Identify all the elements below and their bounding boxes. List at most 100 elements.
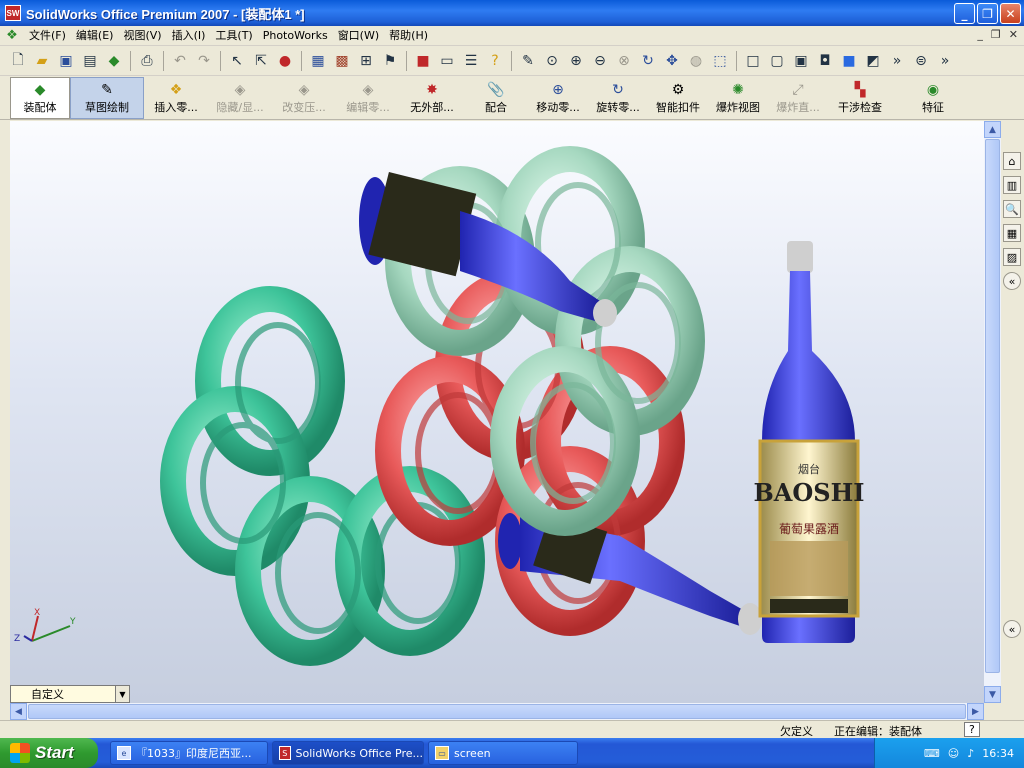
- select-other-icon[interactable]: ⇱: [250, 50, 272, 72]
- scroll-right-arrow-icon[interactable]: ▶: [967, 703, 984, 720]
- doc-minimize-button[interactable]: _: [977, 28, 983, 41]
- menu-view[interactable]: 视图(V): [118, 27, 166, 45]
- cm-no-external-refs-button[interactable]: ✸ 无外部...: [400, 77, 464, 119]
- window-layout-icon[interactable]: ▭: [436, 50, 458, 72]
- close-button[interactable]: ✕: [1000, 3, 1021, 24]
- rotate-view-icon[interactable]: ↻: [637, 50, 659, 72]
- grid-icon[interactable]: ▦: [307, 50, 329, 72]
- doc-restore-button[interactable]: ❐: [991, 28, 1001, 41]
- save-icon[interactable]: ▣: [55, 50, 77, 72]
- cm-rotate-component-button[interactable]: ↻ 旋转零...: [588, 77, 648, 119]
- restore-button[interactable]: ❐: [977, 3, 998, 24]
- horizontal-scroll-thumb[interactable]: [28, 704, 966, 719]
- cm-mate-button[interactable]: 📎 配合: [464, 77, 528, 119]
- menu-tools[interactable]: 工具(T): [210, 27, 257, 45]
- cm-edit-component-button[interactable]: ◈ 编辑零...: [336, 77, 400, 119]
- graphics-area[interactable]: 烟台 BAOSHI 葡萄果露酒 X Y Z: [10, 121, 984, 703]
- file-explorer-icon[interactable]: 🔍: [1003, 200, 1021, 218]
- keyboard-icon[interactable]: ⌨: [924, 747, 940, 760]
- toolbar-overflow-icon[interactable]: »: [886, 50, 908, 72]
- menu-edit[interactable]: 编辑(E): [71, 27, 119, 45]
- view-configuration-combo[interactable]: 自定义 ▼: [10, 685, 130, 703]
- cm-exploded-view-button[interactable]: ✺ 爆炸视图: [708, 77, 768, 119]
- vertical-scrollbar[interactable]: ▲ ▼: [984, 121, 1001, 703]
- cm-assembly-tab[interactable]: ◆ 装配体: [10, 77, 70, 119]
- minimize-button[interactable]: _: [954, 3, 975, 24]
- toolbar-overflow-right-icon[interactable]: »: [934, 50, 956, 72]
- design-library-icon[interactable]: ▥: [1003, 176, 1021, 194]
- cm-features-tab[interactable]: ◉ 特征: [898, 77, 968, 119]
- scroll-up-arrow-icon[interactable]: ▲: [984, 121, 1001, 138]
- collapse-pane-icon[interactable]: «: [1003, 620, 1021, 638]
- cm-smart-fasteners-button[interactable]: ⚙ 智能扣件: [648, 77, 708, 119]
- taskbar-item-solidworks[interactable]: S SolidWorks Office Pre...: [272, 741, 424, 765]
- combo-dropdown-arrow-icon[interactable]: ▼: [115, 686, 129, 702]
- solidworks-app-icon[interactable]: SW: [5, 5, 21, 21]
- view-orientation-icon[interactable]: ◍: [685, 50, 707, 72]
- open-folder-icon[interactable]: ▰: [31, 50, 53, 72]
- solidworks-logo-icon[interactable]: ❖: [4, 28, 20, 44]
- zoom-area-icon[interactable]: ⊕: [565, 50, 587, 72]
- traffic-light-icon[interactable]: ●: [274, 50, 296, 72]
- horizontal-scrollbar[interactable]: ◀ ▶: [10, 703, 984, 720]
- wireframe-icon[interactable]: □: [742, 50, 764, 72]
- sketch-pen-icon[interactable]: ✎: [517, 50, 539, 72]
- shaded-icon[interactable]: ■: [838, 50, 860, 72]
- taskbar-item-folder[interactable]: ▭ screen: [428, 741, 578, 765]
- help-icon[interactable]: ?: [484, 50, 506, 72]
- start-button[interactable]: Start: [0, 738, 98, 768]
- vertical-scroll-thumb[interactable]: [985, 139, 1000, 673]
- shadows-icon[interactable]: ◩: [862, 50, 884, 72]
- zoom-selection-icon[interactable]: ⊗: [613, 50, 635, 72]
- arrow-flag-icon[interactable]: ⚑: [379, 50, 401, 72]
- mate-reference-icon[interactable]: ⊞: [355, 50, 377, 72]
- zoom-in-out-icon[interactable]: ⊖: [589, 50, 611, 72]
- status-help-icon[interactable]: ?: [964, 722, 980, 737]
- brick-icon[interactable]: ▩: [331, 50, 353, 72]
- cm-insert-component-button[interactable]: ❖ 插入零...: [144, 77, 208, 119]
- select-icon[interactable]: ↖: [226, 50, 248, 72]
- cm-explode-line-button[interactable]: ⤢ 爆炸直...: [768, 77, 828, 119]
- print-icon[interactable]: ⎙: [136, 50, 158, 72]
- cm-move-component-button[interactable]: ⊕ 移动零...: [528, 77, 588, 119]
- cm-sketch-tab[interactable]: ✎ 草图绘制: [70, 77, 144, 119]
- volume-icon[interactable]: ♪: [967, 747, 974, 760]
- photoworks-icon[interactable]: ⊜: [910, 50, 932, 72]
- cm-change-suppression-button[interactable]: ◈ 改变压...: [272, 77, 336, 119]
- solidworks-resources-icon[interactable]: ⌂: [1003, 152, 1021, 170]
- doc-close-button[interactable]: ✕: [1009, 28, 1018, 41]
- standard-views-icon[interactable]: ⬚: [709, 50, 731, 72]
- clock[interactable]: 16:34: [982, 747, 1014, 760]
- scroll-left-arrow-icon[interactable]: ◀: [10, 703, 27, 720]
- cm-hide-show-button[interactable]: ◈ 隐藏/显...: [208, 77, 272, 119]
- cube-red-icon[interactable]: ■: [412, 50, 434, 72]
- menu-insert[interactable]: 插入(I): [167, 27, 211, 45]
- new-file-icon[interactable]: 🗋: [7, 50, 29, 72]
- shaded-edges-icon[interactable]: ◘: [814, 50, 836, 72]
- undo-icon[interactable]: ↶: [169, 50, 191, 72]
- assembly-scene[interactable]: 烟台 BAOSHI 葡萄果露酒 X Y Z: [10, 121, 984, 703]
- make-assembly-icon[interactable]: ◆: [103, 50, 125, 72]
- options-icon[interactable]: ☰: [460, 50, 482, 72]
- expand-pane-icon[interactable]: «: [1003, 272, 1021, 290]
- scroll-down-arrow-icon[interactable]: ▼: [984, 686, 1001, 703]
- redo-icon[interactable]: ↷: [193, 50, 215, 72]
- hidden-lines-visible-icon[interactable]: ▢: [766, 50, 788, 72]
- taskbar-item-browser[interactable]: e 『1033』印度尼西亚...: [110, 741, 268, 765]
- suppression-icon: ◈: [298, 82, 310, 98]
- cm-interference-button[interactable]: ▚ 干涉检查: [828, 77, 892, 119]
- standing-bottle[interactable]: 烟台 BAOSHI 葡萄果露酒: [753, 241, 865, 643]
- messenger-icon[interactable]: ☺: [948, 747, 959, 760]
- menu-photoworks[interactable]: PhotoWorks: [258, 27, 333, 45]
- search-icon[interactable]: ▦: [1003, 224, 1021, 242]
- pan-icon[interactable]: ✥: [661, 50, 683, 72]
- menu-help[interactable]: 帮助(H): [384, 27, 433, 45]
- menu-window[interactable]: 窗口(W): [333, 27, 384, 45]
- make-drawing-icon[interactable]: ▤: [79, 50, 101, 72]
- view-palette-icon[interactable]: ▨: [1003, 248, 1021, 266]
- hidden-lines-removed-icon[interactable]: ▣: [790, 50, 812, 72]
- assembly-icon: ◆: [34, 82, 46, 98]
- zoom-fit-icon[interactable]: ⊙: [541, 50, 563, 72]
- green-rack[interactable]: [160, 286, 485, 666]
- menu-file[interactable]: 文件(F): [24, 27, 71, 45]
